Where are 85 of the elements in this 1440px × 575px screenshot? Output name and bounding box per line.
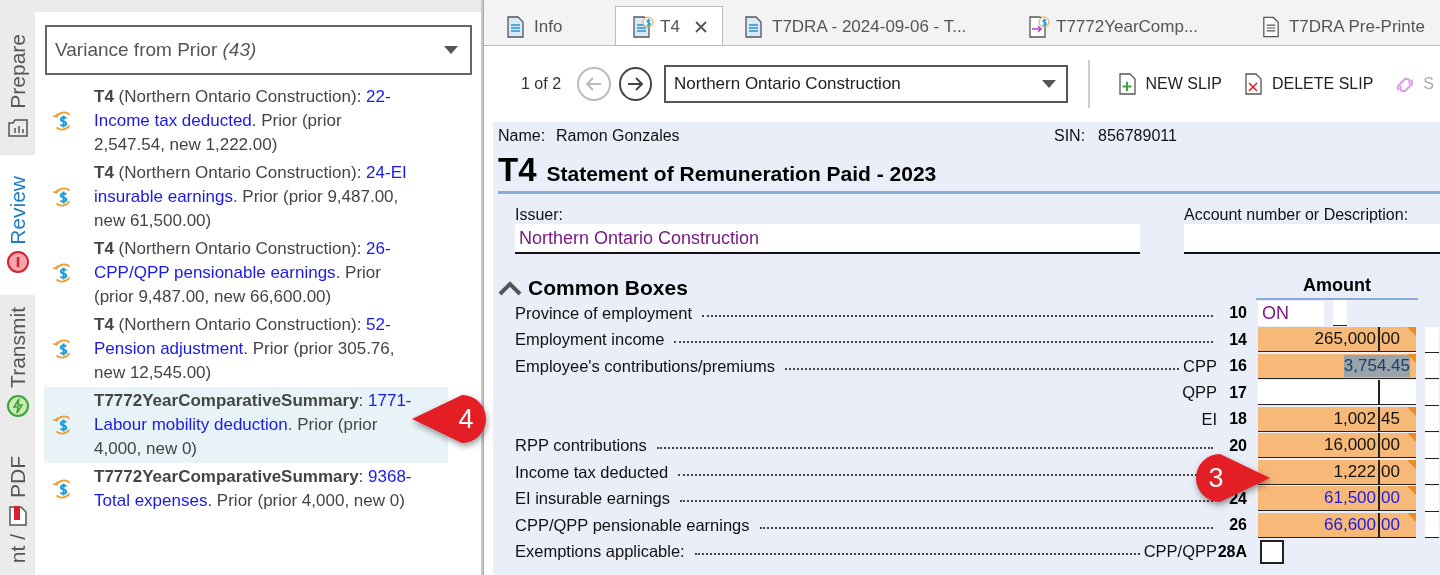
alert-icon <box>5 250 30 275</box>
page-counter: 1 of 2 <box>521 75 562 93</box>
box-number: 17 <box>1229 383 1247 401</box>
section-title: Common Boxes <box>528 276 688 300</box>
field-label: RPP contributions <box>515 436 647 456</box>
dropdown-caret-icon <box>444 46 458 54</box>
field-label: Exemptions applicable: <box>515 542 685 562</box>
box-number: 20 <box>1229 436 1247 454</box>
variance-message: T7772YearComparativeSummary: 9368-Total expenses. Prior (prior 4,000, new 0) <box>94 466 412 512</box>
account-field[interactable] <box>1184 224 1440 254</box>
issuer-label: Issuer: <box>515 206 564 224</box>
box-number: 28A <box>1217 542 1247 560</box>
box-number: 26 <box>1229 516 1247 534</box>
box-number: 10 <box>1229 304 1247 322</box>
input-field[interactable] <box>1425 485 1439 512</box>
box-number: 18 <box>1229 410 1247 428</box>
issuer-field[interactable]: Northern Ontario Construction <box>515 224 1140 254</box>
input-field[interactable] <box>1425 432 1439 459</box>
variance-message: T7772YearComparativeSummary: 1771-Labour mobility deduction. Prior (prior 4,000, new 0) <box>94 390 412 460</box>
input-field[interactable] <box>1333 300 1347 327</box>
field-label: Province of employment <box>515 303 692 323</box>
document-tab[interactable]: T7DRA - 2024-09-06 - T... <box>727 6 1007 45</box>
amount-field[interactable]: 66,600 00 <box>1258 512 1416 538</box>
input-field[interactable] <box>1425 459 1439 486</box>
filter-dropdown[interactable]: Variance from Prior (43) <box>45 25 472 75</box>
input-field[interactable] <box>1425 406 1439 433</box>
field-label: Employment income <box>515 330 665 350</box>
side-tab[interactable]: Transmit <box>0 295 35 430</box>
amount-field[interactable]: 61,500 00 <box>1258 486 1416 512</box>
amount-field[interactable]: 1,222 00 <box>1258 459 1416 485</box>
document-tab[interactable]: T7772YearComp... <box>1011 6 1241 45</box>
variance-message: T4 (Northern Ontario Construction): 52-Pension adjustment. Prior (prior 305.76, new 12,545.00) <box>94 314 396 384</box>
close-icon[interactable] <box>693 19 708 34</box>
field-label: CPP/QPP pensionable earnings <box>515 515 750 535</box>
document-dollar-icon <box>630 14 654 39</box>
field-suffix: CPP/QPP <box>1143 542 1217 562</box>
field-suffix: CPP <box>1183 356 1217 376</box>
side-tab[interactable]: Review <box>0 155 35 295</box>
variance-item[interactable]: T7772YearComparativeSummary: 1771-Labour mobility deduction. Prior (prior 4,000, new 0) <box>44 387 448 463</box>
input-field[interactable] <box>1425 512 1439 539</box>
box-number: 14 <box>1229 330 1247 348</box>
account-label: Account number or Description: <box>1184 206 1410 224</box>
lightning-icon <box>5 393 30 418</box>
form-code: T4 <box>498 151 537 189</box>
toolbar-button[interactable]: NEW SLIP <box>1109 70 1228 98</box>
variance-item[interactable]: T4 (Northern Ontario Construction): 26-CPP/QPP pensionable earnings. Prior (prior 9,487.00, new 66,600.00) <box>44 235 448 311</box>
side-tab[interactable]: nt / PDF <box>0 430 35 575</box>
variance-item[interactable]: T4 (Northern Ontario Construction): 52-Pension adjustment. Prior (prior 305.76, new 12,545.00) <box>44 311 448 387</box>
variance-message: T4 (Northern Ontario Construction): 26-CPP/QPP pensionable earnings. Prior (prior 9,487.00, new 66,600.00) <box>94 238 392 308</box>
forward-button[interactable] <box>618 67 653 101</box>
dropdown-caret-icon <box>1041 80 1056 88</box>
input-field[interactable] <box>1425 353 1439 380</box>
variance-item[interactable]: T4 (Northern Ontario Construction): 22-Income tax deducted. Prior (prior 2,547.54, new 1,222.00) <box>44 83 448 159</box>
collapse-icon[interactable] <box>498 280 522 296</box>
field-suffix: EI <box>1201 409 1217 429</box>
input-field[interactable] <box>1425 326 1439 353</box>
input-field[interactable] <box>1425 379 1439 406</box>
amount-field[interactable]: 1,002 45 <box>1258 406 1416 432</box>
amount-field[interactable]: 265,000 00 <box>1258 327 1416 353</box>
sin-label: SIN: <box>1054 127 1087 146</box>
document-tab[interactable]: Info <box>489 6 611 45</box>
slip-dropdown[interactable]: Northern Ontario Construction <box>664 65 1068 103</box>
field-label: EI insurable earnings <box>515 489 670 509</box>
amount-field[interactable] <box>1258 380 1416 406</box>
toolbar-button[interactable]: DELETE SLIP <box>1235 70 1380 98</box>
document-tab[interactable]: T4 <box>615 6 723 45</box>
field-label: Employee's contributions/premiums <box>515 356 775 376</box>
name-label: Name: <box>498 127 547 146</box>
sin-value: 856789011 <box>1098 127 1177 146</box>
variance-message: T4 (Northern Ontario Construction): 22-Income tax deducted. Prior (prior 2,547.54, new 1,222.00) <box>94 86 392 156</box>
variance-message: T4 (Northern Ontario Construction): 24-EI insurable earnings. Prior (prior 9,487.00, new 61,500.00) <box>94 162 408 232</box>
taxpayer-name: Ramon Gonzales <box>556 127 681 146</box>
checkbox[interactable] <box>1260 539 1284 564</box>
amount-field[interactable]: 3,754.45 <box>1258 353 1416 379</box>
variance-item[interactable]: T4 (Northern Ontario Construction): 24-EI insurable earnings. Prior (prior 9,487.00, new 61,500.00) <box>44 159 448 235</box>
variance-item[interactable]: T7772YearComparativeSummary: 9368-Total expenses. Prior (prior 4,000, new 0) <box>44 463 448 515</box>
province-field[interactable]: ON <box>1258 300 1324 326</box>
field-label: Income tax deducted <box>515 462 669 482</box>
box-number: 16 <box>1229 357 1247 375</box>
field-suffix: QPP <box>1182 383 1217 403</box>
side-tab[interactable]: Prepare <box>0 18 35 155</box>
amount-field[interactable]: 16,000 00 <box>1258 433 1416 459</box>
form-title: Statement of Remuneration Paid - 2023 <box>546 162 937 186</box>
document-compare-icon <box>1026 14 1050 39</box>
document-tab[interactable]: T7DRA Pre-Printe <box>1245 6 1440 45</box>
